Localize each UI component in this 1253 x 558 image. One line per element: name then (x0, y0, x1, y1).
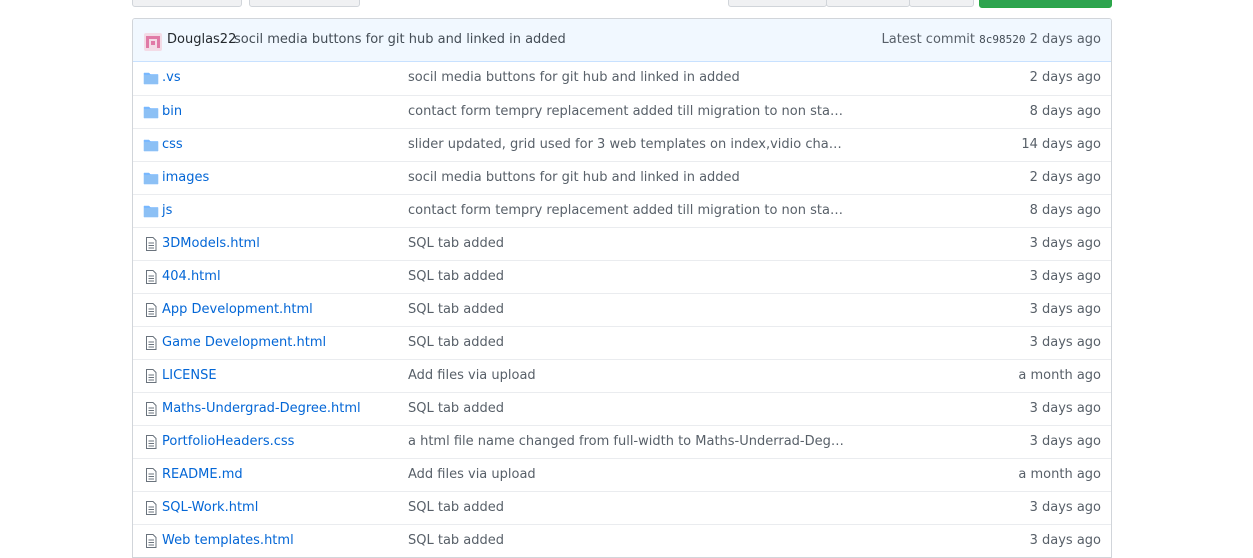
file-age: 14 days ago (1021, 137, 1101, 152)
file-age: 3 days ago (1029, 401, 1101, 416)
file-name-link[interactable]: SQL-Work.html (162, 500, 258, 515)
file-row[interactable]: LICENSE Add files via upload a month ago (133, 359, 1111, 392)
folder-icon (143, 204, 159, 218)
toolbar-button-right-2[interactable] (826, 0, 910, 7)
file-age: 3 days ago (1029, 434, 1101, 449)
file-commit-message-link[interactable]: SQL tab added (408, 401, 504, 416)
file-age: 3 days ago (1029, 500, 1101, 515)
file-icon (143, 501, 159, 515)
top-toolbar (0, 0, 1253, 10)
file-commit-message-link[interactable]: Add files via upload (408, 467, 536, 482)
file-commit-message-link[interactable]: contact form tempry replacement added ti… (408, 203, 848, 218)
file-age: 3 days ago (1029, 302, 1101, 317)
file-age: a month ago (1018, 368, 1101, 383)
latest-commit-bar: Douglas22 socil media buttons for git hu… (133, 19, 1111, 62)
folder-icon (143, 138, 159, 152)
file-age: a month ago (1018, 467, 1101, 482)
file-name-link[interactable]: Web templates.html (162, 533, 294, 548)
file-list: .vs socil media buttons for git hub and l… (133, 62, 1111, 557)
file-row[interactable]: Game Development.html SQL tab added 3 days… (133, 326, 1111, 359)
file-age: 2 days ago (1029, 70, 1101, 85)
toolbar-button-right-1[interactable] (728, 0, 827, 7)
file-icon (143, 468, 159, 482)
file-commit-message-link[interactable]: a html file name changed from full-width… (408, 434, 848, 449)
file-browser: Douglas22 socil media buttons for git hu… (132, 18, 1112, 558)
clone-download-button[interactable] (979, 0, 1112, 8)
file-commit-message-link[interactable]: SQL tab added (408, 269, 504, 284)
file-commit-message-link[interactable]: socil media buttons for git hub and link… (408, 70, 740, 85)
commit-age: 2 days ago (1029, 32, 1101, 47)
file-row[interactable]: Maths-Undergrad-Degree.html SQL tab added… (133, 392, 1111, 425)
toolbar-button-right-3[interactable] (909, 0, 974, 7)
toolbar-button-left-1[interactable] (132, 0, 242, 7)
file-icon (143, 270, 159, 284)
file-name-link[interactable]: bin (162, 104, 182, 119)
commit-meta: Latest commit 8c98520 2 days ago (882, 32, 1102, 47)
file-name-link[interactable]: images (162, 170, 209, 185)
file-row[interactable]: 3DModels.html SQL tab added 3 days ago (133, 227, 1111, 260)
file-name-link[interactable]: PortfolioHeaders.css (162, 434, 294, 449)
folder-icon (143, 105, 159, 119)
file-row[interactable]: 404.html SQL tab added 3 days ago (133, 260, 1111, 293)
file-commit-message-link[interactable]: SQL tab added (408, 236, 504, 251)
commit-message-link[interactable]: socil media buttons for git hub and link… (234, 32, 566, 47)
file-icon (143, 402, 159, 416)
file-commit-message-link[interactable]: SQL tab added (408, 335, 504, 350)
file-commit-message-link[interactable]: SQL tab added (408, 533, 504, 548)
file-name-link[interactable]: LICENSE (162, 368, 217, 383)
file-row[interactable]: App Development.html SQL tab added 3 days … (133, 293, 1111, 326)
file-row[interactable]: css slider updated, grid used for 3 web t… (133, 128, 1111, 161)
file-name-link[interactable]: 404.html (162, 269, 221, 284)
file-age: 3 days ago (1029, 269, 1101, 284)
folder-icon (143, 171, 159, 185)
file-row[interactable]: PortfolioHeaders.css a html file name cha… (133, 425, 1111, 458)
file-icon (143, 303, 159, 317)
file-icon (143, 336, 159, 350)
file-name-link[interactable]: 3DModels.html (162, 236, 260, 251)
file-row[interactable]: images socil media buttons for git hub an… (133, 161, 1111, 194)
file-age: 3 days ago (1029, 335, 1101, 350)
file-icon (143, 237, 159, 251)
avatar[interactable] (144, 33, 162, 51)
file-name-link[interactable]: README.md (162, 467, 243, 482)
file-age: 2 days ago (1029, 170, 1101, 185)
file-commit-message-link[interactable]: socil media buttons for git hub and link… (408, 170, 740, 185)
file-age: 3 days ago (1029, 533, 1101, 548)
file-name-link[interactable]: js (162, 203, 172, 218)
commit-sha-link[interactable]: 8c98520 (979, 33, 1025, 46)
file-icon (143, 369, 159, 383)
file-row[interactable]: README.md Add files via upload a month ago (133, 458, 1111, 491)
toolbar-button-left-2[interactable] (249, 0, 360, 7)
file-icon (143, 435, 159, 449)
latest-commit-label: Latest commit (881, 32, 975, 47)
file-row[interactable]: Web templates.html SQL tab added 3 days ag… (133, 524, 1111, 557)
file-name-link[interactable]: css (162, 137, 183, 152)
commit-author-link[interactable]: Douglas22 (167, 32, 236, 47)
file-name-link[interactable]: .vs (162, 70, 181, 85)
file-row[interactable]: bin contact form tempry replacement added… (133, 95, 1111, 128)
file-row[interactable]: SQL-Work.html SQL tab added 3 days ago (133, 491, 1111, 524)
file-name-link[interactable]: Game Development.html (162, 335, 326, 350)
file-commit-message-link[interactable]: slider updated, grid used for 3 web temp… (408, 137, 848, 152)
file-age: 8 days ago (1029, 104, 1101, 119)
file-name-link[interactable]: App Development.html (162, 302, 313, 317)
file-commit-message-link[interactable]: Add files via upload (408, 368, 536, 383)
folder-icon (143, 71, 159, 85)
file-commit-message-link[interactable]: contact form tempry replacement added ti… (408, 104, 848, 119)
file-row[interactable]: js contact form tempry replacement added … (133, 194, 1111, 227)
file-icon (143, 534, 159, 548)
file-commit-message-link[interactable]: SQL tab added (408, 500, 504, 515)
file-age: 8 days ago (1029, 203, 1101, 218)
file-row[interactable]: .vs socil media buttons for git hub and l… (133, 62, 1111, 95)
file-age: 3 days ago (1029, 236, 1101, 251)
file-commit-message-link[interactable]: SQL tab added (408, 302, 504, 317)
file-name-link[interactable]: Maths-Undergrad-Degree.html (162, 401, 361, 416)
